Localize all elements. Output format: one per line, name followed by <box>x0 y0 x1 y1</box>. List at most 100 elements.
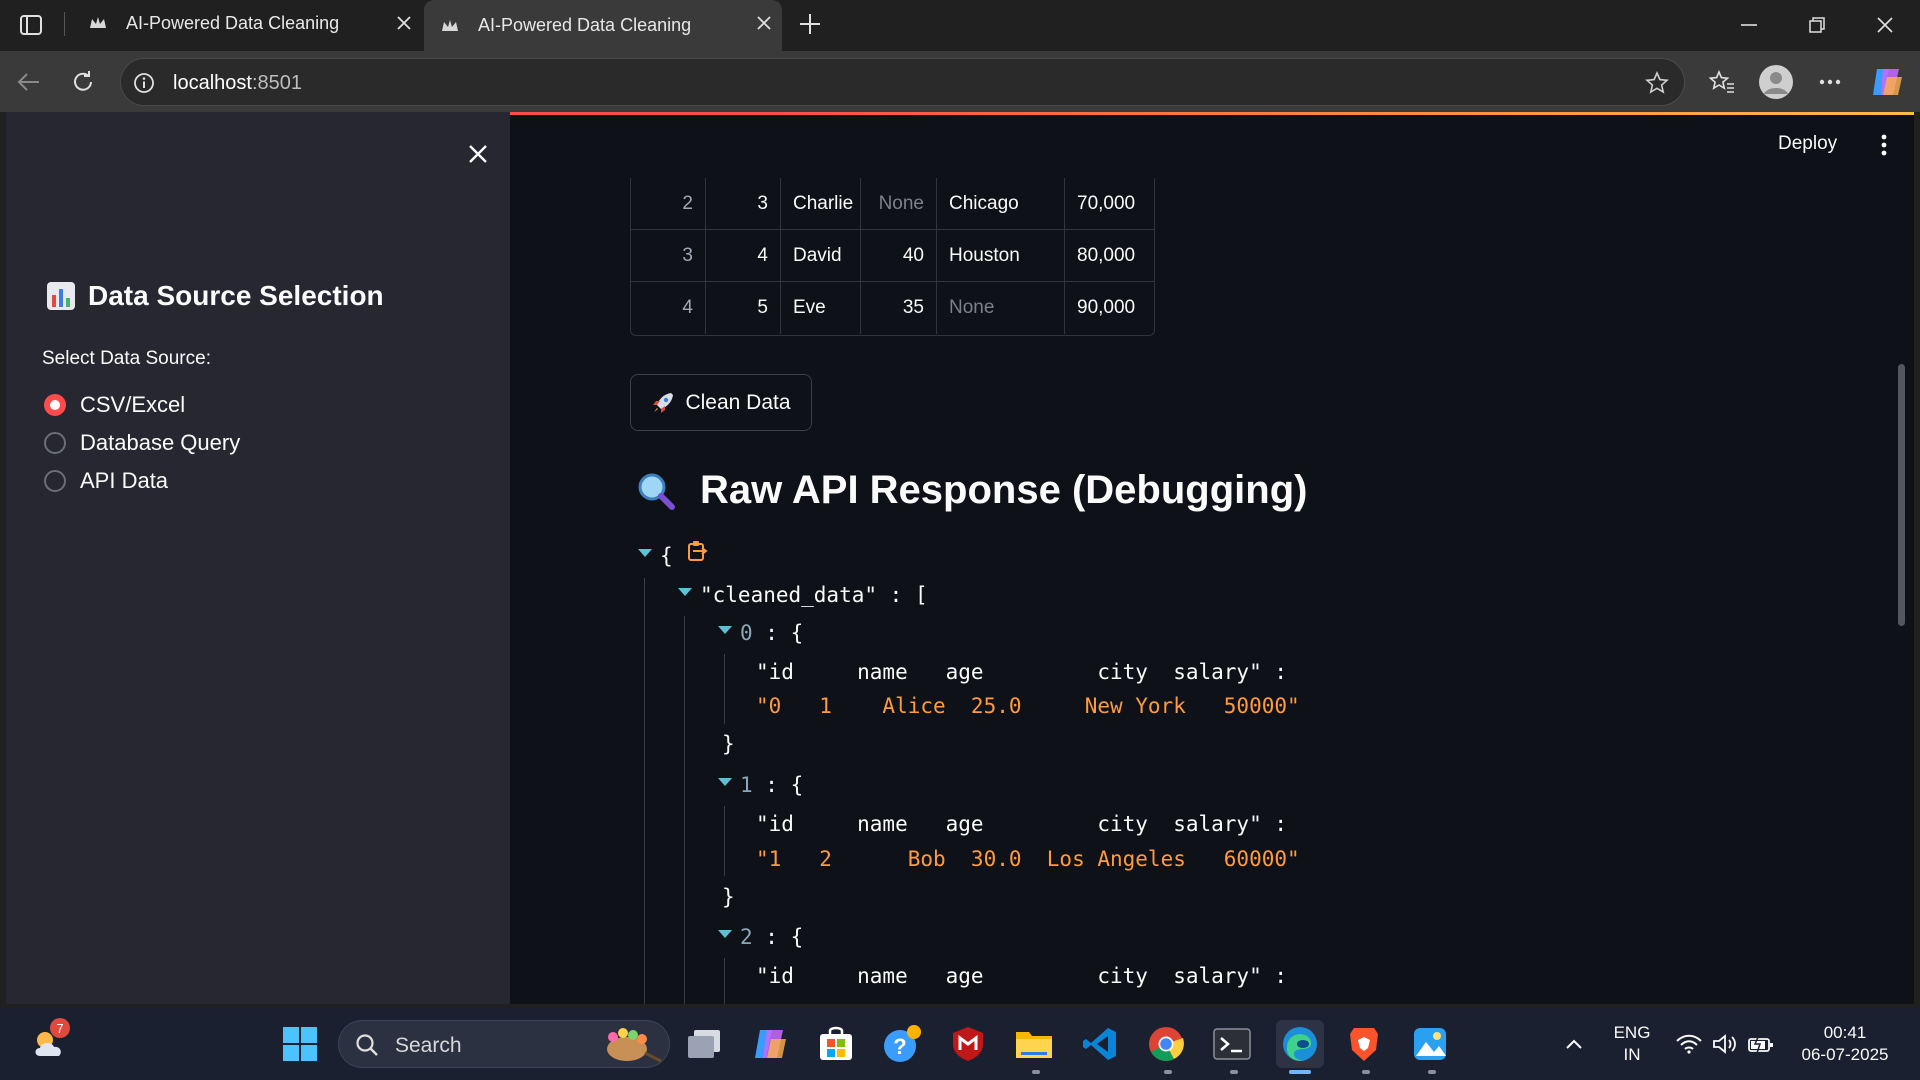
streamlit-crown-icon <box>88 13 108 33</box>
radio-unselected-icon[interactable] <box>44 470 66 492</box>
tab-strip: AI-Powered Data Cleaning AI-Powered Data… <box>0 0 1920 51</box>
radio-selected-icon[interactable] <box>44 394 66 416</box>
back-arrow-icon[interactable] <box>10 63 48 101</box>
copilot-icon[interactable] <box>1866 62 1906 102</box>
collapse-caret-icon[interactable] <box>718 778 732 786</box>
tab-1[interactable]: AI-Powered Data Cleaning <box>72 0 422 46</box>
brave-icon[interactable] <box>1342 1022 1386 1066</box>
sidebar: Data Source Selection Select Data Source… <box>6 112 510 1004</box>
profile-avatar-icon[interactable] <box>1756 62 1796 102</box>
radio-unselected-icon[interactable] <box>44 432 66 454</box>
json-indent-guide <box>724 958 725 1004</box>
more-options-icon[interactable] <box>1810 62 1850 102</box>
close-icon[interactable] <box>752 11 776 35</box>
json-key: "id name age city salary" <box>756 964 1262 988</box>
radio-option-label: API Data <box>80 468 169 493</box>
collapse-caret-icon[interactable] <box>638 549 652 557</box>
microsoft-store-icon[interactable] <box>814 1022 858 1066</box>
running-indicator <box>1164 1070 1172 1074</box>
radio-option-csv-excel[interactable]: CSV/Excel <box>44 392 185 418</box>
json-index: 0 <box>740 621 753 645</box>
json-indent-guide <box>644 578 645 1004</box>
language-code: ENG <box>1613 1023 1651 1042</box>
chrome-icon[interactable] <box>1144 1022 1188 1066</box>
running-indicator <box>1428 1070 1436 1074</box>
address-bar[interactable]: localhost:8501 <box>120 58 1685 106</box>
json-colon: : <box>889 583 903 607</box>
new-tab-icon[interactable] <box>794 8 826 40</box>
json-open-brace: { <box>660 544 673 568</box>
browser-toolbar: localhost:8501 <box>0 51 1920 112</box>
favorite-star-icon[interactable] <box>1644 70 1670 96</box>
json-item-header: 2 : { <box>740 925 804 949</box>
close-window-icon[interactable] <box>1860 6 1910 44</box>
url-port: :8501 <box>251 72 302 94</box>
radio-option-api-data[interactable]: API Data <box>44 468 168 494</box>
tab-2-active[interactable]: AI-Powered Data Cleaning <box>424 0 782 51</box>
terminal-icon[interactable] <box>1210 1022 1254 1066</box>
json-item-key: "id name age city salary" : <box>756 812 1288 836</box>
tab-title: AI-Powered Data Cleaning <box>126 12 340 33</box>
json-key: "cleaned_data" <box>700 583 878 607</box>
main-content: Deploy 2 3 Charlie None Chicago 70,000 3… <box>510 112 1914 1004</box>
tab-separator <box>64 12 65 36</box>
minimize-icon[interactable] <box>1724 6 1774 44</box>
running-indicator <box>1362 1070 1370 1074</box>
wifi-icon[interactable] <box>1672 1022 1706 1066</box>
json-item-value: "0 1 Alice 25.0 New York 50000" <box>756 694 1300 718</box>
weather-badge: 7 <box>50 1018 70 1038</box>
search-highlight-art-icon <box>607 1028 662 1063</box>
json-open-bracket: [ <box>914 583 928 607</box>
tab-actions-icon[interactable] <box>14 10 48 40</box>
clock[interactable]: 00:41 06-07-2025 <box>1790 1022 1900 1066</box>
json-index: 1 <box>740 773 753 797</box>
radio-group-label: Select Data Source: <box>42 348 211 369</box>
collapse-caret-icon[interactable] <box>718 626 732 634</box>
json-item-value: "1 2 Bob 30.0 Los Angeles 60000" <box>756 847 1300 871</box>
json-viewer: { "cleaned_data" : [ 0 : { "id name age … <box>510 112 1914 1004</box>
mcafee-icon[interactable] <box>946 1022 990 1066</box>
volume-icon[interactable] <box>1708 1022 1742 1066</box>
close-icon[interactable] <box>392 11 416 35</box>
search-icon <box>356 1034 378 1056</box>
collapse-caret-icon[interactable] <box>718 930 732 938</box>
taskbar-search-box[interactable]: Search <box>338 1020 670 1068</box>
close-sidebar-icon[interactable] <box>460 136 496 172</box>
get-help-icon[interactable]: ? <box>880 1022 924 1066</box>
url-text[interactable]: localhost:8501 <box>173 72 302 95</box>
json-key: "id name age city salary" <box>756 660 1262 684</box>
task-view-icon[interactable] <box>682 1022 726 1066</box>
region-code: IN <box>1623 1045 1641 1064</box>
sidebar-heading: Data Source Selection <box>46 280 384 312</box>
collapse-caret-icon[interactable] <box>678 588 692 596</box>
bar-chart-icon <box>47 282 75 310</box>
favorites-icon[interactable] <box>1702 62 1742 102</box>
scrollbar-thumb[interactable] <box>1898 364 1905 626</box>
running-indicator <box>1230 1070 1238 1074</box>
refresh-icon[interactable] <box>64 63 102 101</box>
battery-icon[interactable] <box>1744 1022 1778 1066</box>
windows-start-icon[interactable] <box>278 1022 322 1066</box>
json-indent-guide <box>724 654 725 724</box>
language-indicator[interactable]: ENG IN <box>1600 1022 1664 1066</box>
photos-app-icon[interactable] <box>1408 1022 1452 1066</box>
radio-option-database-query[interactable]: Database Query <box>44 430 240 456</box>
json-key-row: "cleaned_data" : [ <box>700 583 928 607</box>
radio-option-label: CSV/Excel <box>80 392 186 417</box>
sidebar-heading-text: Data Source Selection <box>88 280 384 311</box>
json-item-header: 0 : { <box>740 621 804 645</box>
file-explorer-icon[interactable] <box>1012 1022 1056 1066</box>
info-icon[interactable] <box>131 70 157 96</box>
json-close-brace: } <box>722 732 735 756</box>
json-close-brace: } <box>722 885 735 909</box>
svg-text:?: ? <box>893 1034 906 1059</box>
clock-date: 06-07-2025 <box>1801 1045 1889 1064</box>
json-item-key: "id name age city salary" : <box>756 660 1288 684</box>
clipboard-copy-icon[interactable] <box>686 540 708 562</box>
vscode-icon[interactable] <box>1078 1022 1122 1066</box>
copilot-taskbar-icon[interactable] <box>748 1022 792 1066</box>
show-hidden-icons-chevron-icon[interactable] <box>1552 1022 1596 1066</box>
edge-icon[interactable] <box>1276 1020 1324 1068</box>
restore-icon[interactable] <box>1792 6 1842 44</box>
taskbar: 7 Search ? ENG IN 00:41 06-07-2025 <box>0 1008 1920 1080</box>
